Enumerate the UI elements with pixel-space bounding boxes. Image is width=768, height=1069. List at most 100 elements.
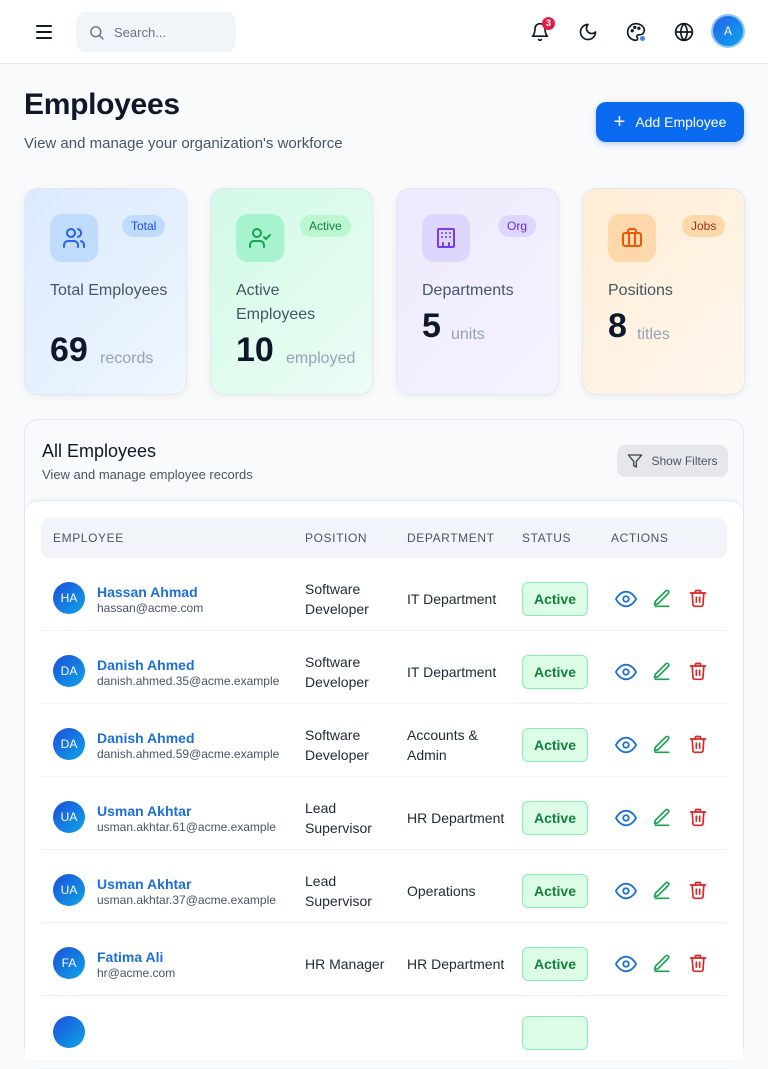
top-bar: 3 A <box>0 0 768 64</box>
show-filters-label: Show Filters <box>651 454 718 468</box>
panel-subtitle: View and manage employee records <box>42 467 253 482</box>
briefcase-icon <box>608 214 656 262</box>
employee-position: Software Developer <box>305 654 369 690</box>
palette-button[interactable] <box>620 16 652 48</box>
table-row: UA Usman Akhtar usman.akhtar.37@acme.examp… <box>41 850 727 923</box>
add-employee-button[interactable]: + Add Employee <box>596 102 744 142</box>
edit-pencil-icon[interactable] <box>652 588 674 610</box>
column-header-department[interactable]: DEPARTMENT <box>407 531 495 545</box>
delete-trash-icon[interactable] <box>688 953 710 975</box>
edit-pencil-icon[interactable] <box>652 880 674 902</box>
edit-pencil-icon[interactable] <box>652 953 674 975</box>
delete-trash-icon[interactable] <box>688 880 710 902</box>
status-badge: Active <box>522 874 588 908</box>
notification-count-badge: 3 <box>542 17 555 30</box>
employee-name-link[interactable]: Fatima Ali <box>97 949 163 965</box>
stat-badge: Total <box>122 215 166 237</box>
table-row: DA Danish Ahmed danish.ahmed.35@acme.examp… <box>41 631 727 704</box>
column-header-status[interactable]: STATUS <box>522 531 571 545</box>
edit-pencil-icon[interactable] <box>652 807 674 829</box>
status-badge: Active <box>522 582 588 616</box>
stat-unit: titles <box>637 326 670 343</box>
language-button[interactable] <box>668 16 700 48</box>
employee-name-link[interactable]: Hassan Ahmad <box>97 584 198 600</box>
employee-avatar: UA <box>53 874 85 906</box>
search-box[interactable] <box>76 12 236 52</box>
employee-email: hr@acme.com <box>97 966 176 980</box>
employee-email: usman.akhtar.61@acme.example <box>97 820 276 834</box>
employee-department: IT Department <box>407 591 497 607</box>
notifications-button[interactable]: 3 <box>524 16 556 48</box>
employee-avatar: UA <box>53 801 85 833</box>
stat-badge: Jobs <box>682 215 726 237</box>
user-check-icon <box>236 214 284 262</box>
employee-position: HR Manager <box>305 956 385 972</box>
delete-trash-icon[interactable] <box>688 661 710 683</box>
edit-pencil-icon[interactable] <box>652 734 674 756</box>
moon-icon <box>579 23 597 41</box>
column-header-actions: ACTIONS <box>611 531 669 545</box>
palette-indicator-dot <box>639 35 646 42</box>
employee-name-link[interactable]: Usman Akhtar <box>97 876 191 892</box>
status-badge: Active <box>522 655 588 689</box>
stat-label: Departments <box>422 282 514 299</box>
view-eye-icon[interactable] <box>615 661 637 683</box>
employee-name-link[interactable]: Danish Ahmed <box>97 657 195 673</box>
employee-avatar: DA <box>53 728 85 760</box>
stat-value: 5 <box>422 307 441 345</box>
stat-card-departments: Org Departments 5 units <box>396 188 559 395</box>
delete-trash-icon[interactable] <box>688 807 710 829</box>
building-icon <box>422 214 470 262</box>
table-row-partial <box>41 996 727 1069</box>
search-input[interactable] <box>114 22 224 42</box>
employees-table: EMPLOYEE POSITION DEPARTMENT STATUS ACTI… <box>25 500 743 1069</box>
employee-position: Software Developer <box>305 727 369 763</box>
column-header-employee[interactable]: EMPLOYEE <box>53 531 124 545</box>
table-row: UA Usman Akhtar usman.akhtar.61@acme.examp… <box>41 777 727 850</box>
edit-pencil-icon[interactable] <box>652 661 674 683</box>
status-badge <box>522 1016 588 1050</box>
table-header: EMPLOYEE POSITION DEPARTMENT STATUS ACTI… <box>41 518 727 558</box>
stat-label: Total Employees <box>50 282 168 299</box>
table-row: DA Danish Ahmed danish.ahmed.59@acme.examp… <box>41 704 727 777</box>
filter-icon <box>628 454 643 468</box>
stat-badge: Org <box>498 215 537 237</box>
employee-email: hassan@acme.com <box>97 601 204 615</box>
stat-badge: Active <box>300 215 351 237</box>
delete-trash-icon[interactable] <box>688 734 710 756</box>
table-row: HA Hassan Ahmad hassan@acme.com Software De… <box>41 558 727 631</box>
employee-avatar <box>53 1016 85 1048</box>
employee-avatar: DA <box>53 655 85 687</box>
user-avatar[interactable]: A <box>711 14 745 48</box>
theme-toggle-button[interactable] <box>572 16 604 48</box>
employee-name-link[interactable]: Danish Ahmed <box>97 730 195 746</box>
show-filters-button[interactable]: Show Filters <box>617 445 728 477</box>
globe-icon <box>674 22 694 42</box>
employee-name-link[interactable]: Usman Akhtar <box>97 803 191 819</box>
employee-avatar: FA <box>53 947 85 979</box>
employee-department: HR Department <box>407 956 505 972</box>
view-eye-icon[interactable] <box>615 734 637 756</box>
view-eye-icon[interactable] <box>615 807 637 829</box>
employee-department: Accounts & Admin <box>407 727 478 763</box>
view-eye-icon[interactable] <box>615 953 637 975</box>
hamburger-menu-icon[interactable] <box>30 20 58 44</box>
delete-trash-icon[interactable] <box>688 588 710 610</box>
users-icon <box>50 214 98 262</box>
stat-label: Active Employees <box>236 282 316 323</box>
plus-icon: + <box>613 111 626 133</box>
search-icon <box>90 26 104 40</box>
page-subtitle: View and manage your organization's work… <box>24 135 343 152</box>
view-eye-icon[interactable] <box>615 880 637 902</box>
view-eye-icon[interactable] <box>615 588 637 610</box>
employee-position: Software Developer <box>305 581 369 617</box>
add-employee-label: Add Employee <box>635 114 727 130</box>
status-badge: Active <box>522 947 588 981</box>
stat-unit: records <box>100 350 154 367</box>
column-header-position[interactable]: POSITION <box>305 531 367 545</box>
stat-unit: employed <box>286 350 356 367</box>
table-row: FA Fatima Ali hr@acme.com HR Manager HR Depa… <box>41 923 727 996</box>
stat-unit: units <box>451 326 485 343</box>
employee-position: Lead Supervisor <box>305 873 372 909</box>
employee-email: danish.ahmed.59@acme.example <box>97 747 280 761</box>
